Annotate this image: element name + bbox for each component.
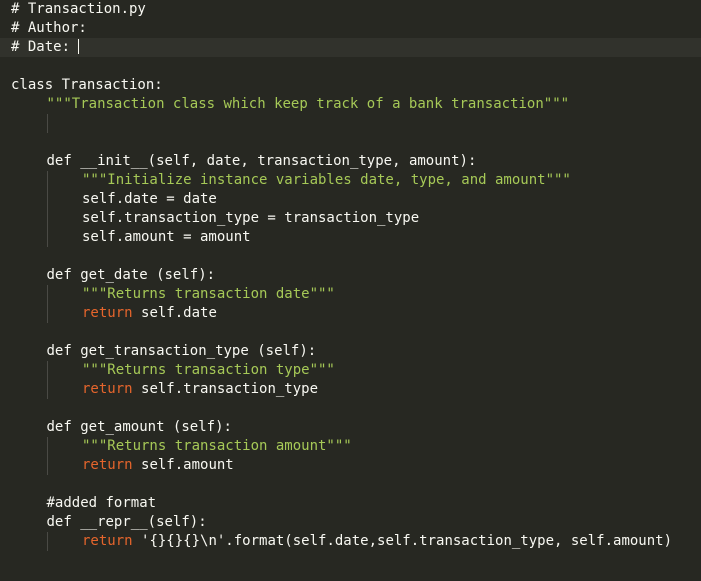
code-text: get_date (self): xyxy=(80,267,216,283)
code-text: # Transaction.py xyxy=(11,0,146,19)
return-keyword: return xyxy=(82,381,142,397)
code-text: self.transaction_type xyxy=(141,381,319,397)
docstring: """Initialize instance variables date, t… xyxy=(82,172,571,188)
indent-guide xyxy=(46,114,48,133)
code-line[interactable]: class Transaction: xyxy=(0,76,701,95)
code-text: __repr__(self): xyxy=(80,514,207,530)
code-text: self.date xyxy=(141,305,217,321)
return-keyword: return xyxy=(82,457,142,473)
code-text: get_transaction_type (self): xyxy=(80,343,317,359)
indent-guide xyxy=(46,532,48,551)
code-text: self.transaction_type = transaction_type xyxy=(82,210,420,226)
code-line[interactable]: return self.transaction_type xyxy=(0,380,701,399)
text-cursor xyxy=(78,39,80,54)
code-line[interactable]: self.amount = amount xyxy=(0,228,701,247)
code-line[interactable]: return self.amount xyxy=(0,456,701,475)
code-line[interactable]: self.date = date xyxy=(0,190,701,209)
code-text: return self.amount xyxy=(82,456,234,475)
return-keyword: return xyxy=(82,305,142,321)
keyword: def xyxy=(46,343,81,359)
code-text: """Transaction class which keep track of… xyxy=(47,95,570,114)
code-line[interactable]: def get_date (self): xyxy=(0,266,701,285)
code-text: __init__(self, date, transaction_type, a… xyxy=(80,153,477,169)
code-line[interactable]: def __repr__(self): xyxy=(0,513,701,532)
indent-guide xyxy=(46,361,48,380)
return-keyword: return xyxy=(82,533,142,549)
code-line[interactable]: """Initialize instance variables date, t… xyxy=(0,171,701,190)
indent-guide xyxy=(46,380,48,399)
code-line[interactable]: def get_transaction_type (self): xyxy=(0,342,701,361)
code-line[interactable]: #added format xyxy=(0,494,701,513)
code-line[interactable] xyxy=(0,475,701,494)
code-line[interactable]: return '{}{}{}\n'.format(self.date,self.… xyxy=(0,532,701,551)
code-line[interactable] xyxy=(0,323,701,342)
indent-guide xyxy=(46,304,48,323)
code-text: Transaction: xyxy=(61,77,163,93)
code-editor[interactable]: # Transaction.py # Author: # Date: class T… xyxy=(0,0,701,581)
code-text: """Returns transaction type""" xyxy=(82,361,335,380)
indent-guide xyxy=(46,209,48,228)
code-line[interactable]: # Transaction.py xyxy=(0,0,701,19)
code-line[interactable]: # Date: xyxy=(0,38,701,57)
code-text: self.date = date xyxy=(82,191,217,207)
code-text: """Returns transaction date""" xyxy=(82,285,335,304)
code-line[interactable]: """Returns transaction date""" xyxy=(0,285,701,304)
docstring: """Returns transaction date""" xyxy=(82,286,335,302)
code-text: self.date = date xyxy=(82,190,217,209)
code-text: self.amount = amount xyxy=(82,229,251,245)
code-text: def get_amount (self): xyxy=(47,418,232,437)
code-text: return '{}{}{}\n'.format(self.date,self.… xyxy=(82,532,672,551)
comment: # Date: xyxy=(11,39,79,55)
keyword: class xyxy=(11,77,62,93)
comment: # Transaction.py xyxy=(11,1,146,17)
comment: # Author: xyxy=(11,20,87,36)
code-line[interactable] xyxy=(0,57,701,76)
code-text: def __repr__(self): xyxy=(47,513,207,532)
keyword: def xyxy=(46,419,81,435)
code-line[interactable]: # Author: xyxy=(0,19,701,38)
indent-guide xyxy=(46,285,48,304)
code-line[interactable] xyxy=(0,247,701,266)
code-line[interactable] xyxy=(0,399,701,418)
code-text: def __init__(self, date, transaction_typ… xyxy=(47,152,477,171)
keyword: def xyxy=(46,514,81,530)
indent-guide xyxy=(46,437,48,456)
docstring: """Returns transaction amount""" xyxy=(82,438,352,454)
code-text: return self.date xyxy=(82,304,217,323)
code-line[interactable]: def get_amount (self): xyxy=(0,418,701,437)
indent-guide xyxy=(46,190,48,209)
code-text: self.transaction_type = transaction_type xyxy=(82,209,419,228)
code-text: # Author: xyxy=(11,19,87,38)
code-text: #added format xyxy=(47,494,157,513)
code-line[interactable]: def __init__(self, date, transaction_typ… xyxy=(0,152,701,171)
code-line[interactable]: self.transaction_type = transaction_type xyxy=(0,209,701,228)
code-line[interactable] xyxy=(0,133,701,152)
indent-guide xyxy=(46,171,48,190)
code-line[interactable] xyxy=(0,114,701,133)
code-line[interactable]: """Transaction class which keep track of… xyxy=(0,95,701,114)
code-text: # Date: xyxy=(11,38,80,57)
indent-guide xyxy=(46,228,48,247)
keyword: def xyxy=(46,153,81,169)
code-line[interactable]: """Returns transaction type""" xyxy=(0,361,701,380)
code-line[interactable]: """Returns transaction amount""" xyxy=(0,437,701,456)
indent-guide xyxy=(46,456,48,475)
code-text: """Initialize instance variables date, t… xyxy=(82,171,571,190)
code-text: #added format xyxy=(46,495,157,511)
keyword: def xyxy=(46,267,81,283)
code-text: def get_date (self): xyxy=(47,266,216,285)
code-text: class Transaction: xyxy=(11,76,163,95)
code-text: self.amount xyxy=(141,457,234,473)
docstring: """Returns transaction type""" xyxy=(82,362,335,378)
code-text: """Returns transaction amount""" xyxy=(82,437,352,456)
code-text: def get_transaction_type (self): xyxy=(47,342,317,361)
code-text: self.amount = amount xyxy=(82,228,251,247)
code-text: '{}{}{}\n'.format(self.date,self.transac… xyxy=(141,533,673,549)
docstring: """Transaction class which keep track of… xyxy=(46,96,570,112)
code-text: return self.transaction_type xyxy=(82,380,318,399)
code-line[interactable]: return self.date xyxy=(0,304,701,323)
code-text: get_amount (self): xyxy=(80,419,232,435)
